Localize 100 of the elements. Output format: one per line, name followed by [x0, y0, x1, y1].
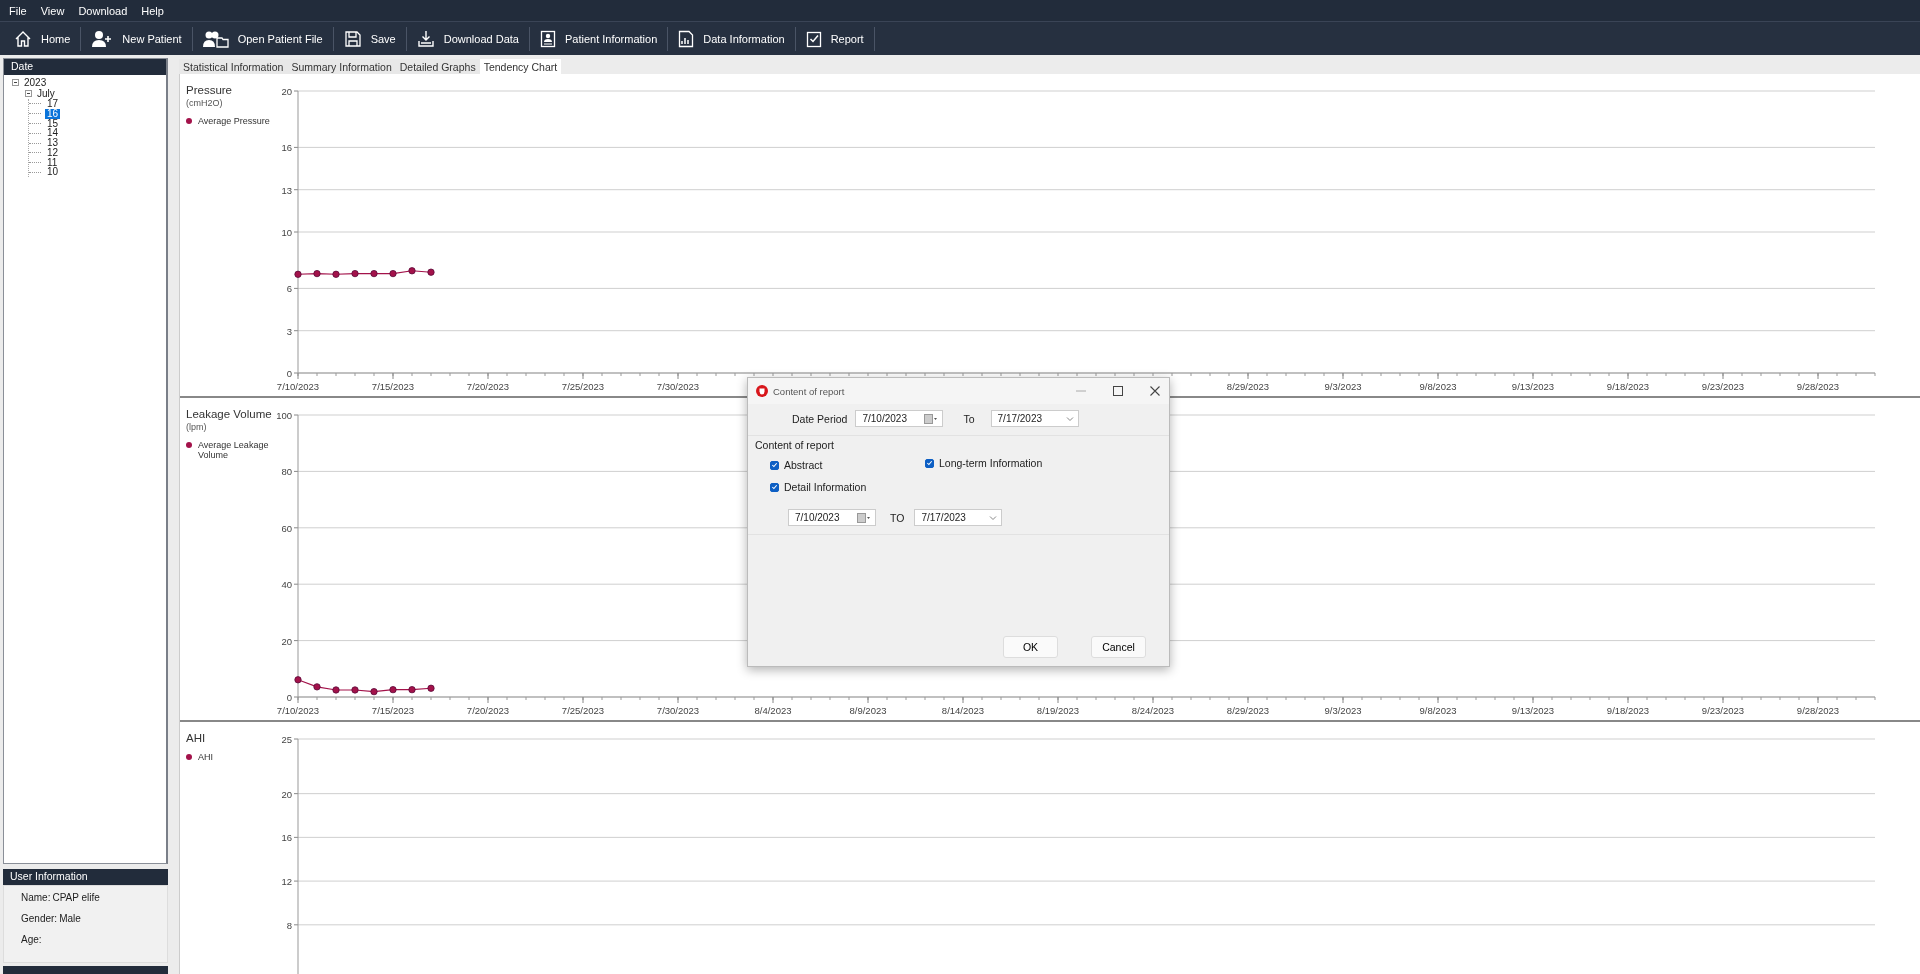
toolbar-button[interactable]: Data Information	[674, 26, 789, 51]
collapse-icon[interactable]	[12, 79, 19, 86]
menu-item[interactable]: Download	[73, 4, 133, 17]
calendar-dropdown-icon	[924, 413, 939, 424]
maximize-icon[interactable]	[1112, 385, 1124, 397]
unit-label: (cmH2O)	[186, 98, 223, 108]
date-field[interactable]: 7/17/2023	[990, 410, 1079, 427]
data-point	[332, 686, 340, 694]
date-field[interactable]: 7/17/2023	[914, 509, 1003, 526]
toolbar-button[interactable]: New Patient	[87, 26, 186, 51]
menu-item[interactable]: View	[35, 4, 70, 17]
x-tick-label: 7/15/2023	[371, 705, 415, 716]
field-value: Male	[59, 913, 81, 924]
tree-item[interactable]: 12	[45, 147, 61, 158]
y-tick-label: 3	[286, 325, 292, 337]
tree-item[interactable]: 2023	[22, 77, 49, 88]
tab[interactable]: Statistical Information	[179, 59, 288, 74]
tree-item[interactable]: 15	[45, 118, 61, 129]
x-tick-label: 9/8/2023	[1419, 381, 1457, 392]
legend-label: AHI	[198, 752, 214, 762]
x-tick-label: 9/28/2023	[1796, 381, 1840, 392]
x-tick-label: 8/19/2023	[1036, 705, 1080, 716]
clipboard-check-icon	[805, 29, 822, 48]
data-point	[427, 268, 435, 276]
x-tick-label: 7/30/2023	[656, 705, 700, 716]
chevron-down-icon	[1065, 415, 1074, 422]
field-label: Name:	[21, 892, 51, 903]
x-tick-label: 7/30/2023	[656, 381, 700, 392]
calendar-dropdown-icon	[857, 512, 871, 523]
download-icon	[416, 29, 435, 48]
x-tick-label: 8/29/2023	[1226, 705, 1270, 716]
data-point	[389, 686, 397, 694]
tree-item[interactable]: 11	[45, 157, 60, 168]
y-tick-label: 0	[286, 692, 292, 703]
y-tick-label: 100	[276, 410, 292, 421]
y-tick-label: 13	[281, 184, 292, 196]
tree-item[interactable]: 16	[45, 108, 61, 119]
y-tick-label: 10	[281, 227, 292, 238]
close-icon[interactable]	[1149, 385, 1161, 397]
y-tick-label: 60	[281, 522, 292, 534]
dialog-button[interactable]: OK	[1003, 636, 1058, 658]
y-tick-label: 20	[281, 635, 292, 647]
tree-item[interactable]: 14	[45, 128, 61, 139]
legend-label: Average Leakage Volume	[198, 440, 270, 460]
tree-item[interactable]: July	[35, 88, 57, 99]
tree-item[interactable]: 10	[45, 167, 61, 178]
panel-header: User Information	[3, 869, 168, 885]
toolbar-button[interactable]: Download Data	[412, 26, 523, 51]
dialog-button[interactable]: Cancel	[1091, 636, 1146, 658]
date-field[interactable]: 7/10/2023	[788, 509, 876, 526]
x-tick-label: 7/25/2023	[561, 381, 605, 392]
data-point	[427, 684, 435, 692]
checkbox[interactable]	[925, 458, 934, 468]
toolbar-button[interactable]: Save	[339, 26, 400, 51]
toolbar-button[interactable]: Home	[10, 26, 75, 51]
panel-header: Date	[4, 59, 166, 75]
tree-item[interactable]: 17	[45, 98, 61, 109]
collapse-icon[interactable]	[25, 90, 32, 97]
x-tick-label: 8/24/2023	[1131, 705, 1175, 716]
x-tick-label: 7/20/2023	[466, 705, 510, 716]
checkbox[interactable]	[770, 482, 779, 492]
x-tick-label: 8/14/2023	[941, 705, 985, 716]
tab[interactable]: Summary Information	[287, 59, 396, 74]
toolbar-button[interactable]: Patient Information	[535, 26, 662, 51]
add-person-icon	[91, 29, 114, 48]
x-tick-label: 8/29/2023	[1226, 381, 1270, 392]
chart-title: Leakage Volume	[186, 408, 272, 420]
date-field[interactable]: 7/10/2023	[855, 410, 944, 427]
tab[interactable]: Tendency Chart	[479, 59, 562, 74]
y-tick-label: 40	[281, 579, 292, 591]
x-tick-label: 9/23/2023	[1701, 705, 1745, 716]
menu-item[interactable]: File	[4, 4, 32, 17]
document-chart-icon	[678, 29, 695, 48]
checkbox[interactable]	[770, 460, 779, 470]
x-tick-label: 9/18/2023	[1606, 381, 1650, 392]
data-point	[408, 267, 416, 275]
x-tick-label: 8/9/2023	[849, 705, 887, 716]
x-tick-label: 8/4/2023	[754, 705, 792, 716]
unit-label: (lpm)	[186, 422, 207, 432]
y-tick-label: 20	[281, 86, 292, 97]
x-tick-label: 7/10/2023	[276, 381, 320, 392]
x-tick-label: 9/13/2023	[1511, 705, 1555, 716]
data-point	[313, 683, 321, 691]
app-logo-icon	[756, 385, 768, 397]
checkbox-label: Abstract	[784, 459, 823, 471]
x-tick-label: 9/3/2023	[1324, 705, 1362, 716]
x-tick-label: 9/13/2023	[1511, 381, 1555, 392]
chart-title: Pressure	[186, 84, 233, 96]
chart-title: AHI	[186, 732, 206, 744]
toolbar-button[interactable]: Open Patient File	[198, 26, 327, 51]
y-tick-label: 25	[281, 734, 292, 745]
legend-label: Average Pressure	[198, 116, 270, 126]
toolbar-button[interactable]: Report	[801, 26, 868, 51]
section-title: Content of report	[754, 438, 834, 451]
tab[interactable]: Detailed Graphs	[395, 59, 480, 74]
home-icon	[14, 29, 32, 48]
x-tick-label: 9/3/2023	[1324, 381, 1362, 392]
menu-item[interactable]: Help	[136, 4, 169, 17]
data-point	[294, 676, 302, 684]
tree-item[interactable]: 13	[45, 138, 61, 149]
